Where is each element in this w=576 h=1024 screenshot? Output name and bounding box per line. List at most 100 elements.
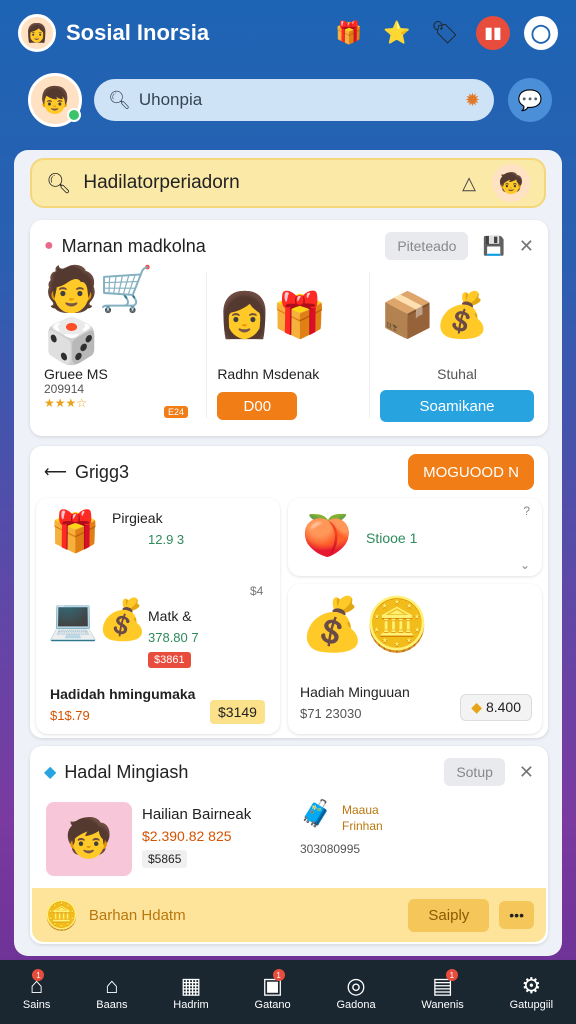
- kid-avatar-icon[interactable]: 🧒: [492, 164, 530, 202]
- item-label: Stiooe 1: [366, 530, 418, 546]
- nav-label: Wanenis: [421, 999, 464, 1011]
- hero-search[interactable]: 🔍︎ Hadilatorperiadorn △ 🧒: [30, 158, 546, 208]
- action-button[interactable]: Soamikane: [380, 390, 534, 422]
- coin-icon: 🪙: [44, 899, 79, 931]
- item-title: Pirgieak: [112, 510, 163, 526]
- item-title: Maaua Frinhan: [342, 803, 383, 833]
- price-button[interactable]: $3149: [210, 700, 265, 724]
- right-top-subcard: 🍑 Stiooe 1 ? ⌄: [288, 498, 542, 576]
- treasure-icon: 🧳: [300, 798, 333, 828]
- item-title: Matk &: [148, 608, 192, 624]
- rec-item-name: Stuhal: [437, 366, 477, 382]
- user-avatar[interactable]: 👦: [28, 73, 82, 127]
- nav-label: Gadona: [336, 999, 376, 1011]
- more-options-icon[interactable]: •••: [499, 901, 534, 929]
- dot-icon: ●: [44, 237, 54, 254]
- nav-label: Hadrim: [173, 999, 209, 1011]
- nav-item-baans[interactable]: ⌂ Baans: [96, 973, 127, 1011]
- apply-button[interactable]: Saiply: [408, 898, 490, 932]
- nav-item-gatupgiil[interactable]: ⚙ Gatupgiil: [510, 973, 553, 1011]
- rec-item[interactable]: 👩🎁 Radhn Msdenak D00: [206, 272, 369, 420]
- nav-label: Sains: [22, 999, 51, 1011]
- buy-button[interactable]: D00: [217, 392, 298, 420]
- rec-item-name: Radhn Msdenak: [217, 366, 320, 382]
- nav-item-wanenis[interactable]: ▤ 1 Wanenis: [421, 969, 464, 1011]
- left-subcard: 🎁 Pirgieak 12.9 3 $4 💻💰 Matk & 378.80 7 …: [36, 498, 280, 734]
- groups-card: ⟵ Grigg3 MOGUOOD N 🎁 Pirgieak 12.9 3 $4 …: [30, 446, 548, 738]
- chevron-down-icon[interactable]: ⌄: [520, 558, 530, 572]
- rec-item-tag: E24: [164, 406, 189, 418]
- search-input[interactable]: [138, 90, 465, 110]
- gift-person-icon: 👩🎁: [217, 291, 327, 340]
- price-value: 8.400: [485, 699, 521, 715]
- gold-coins-icon: 💰🪙: [300, 596, 430, 654]
- rec-item-name: Gruee MS: [44, 366, 108, 382]
- card-title: Grigg3: [74, 461, 129, 482]
- chat-button[interactable]: 💬: [508, 78, 552, 122]
- item-tag: $5865: [142, 850, 188, 868]
- star-icon[interactable]: ⭐: [380, 16, 414, 50]
- logo-avatar-icon: 👩: [18, 14, 56, 52]
- nav-item-sains[interactable]: ⌂ 1 Sains: [22, 969, 51, 1011]
- fruit-icon: 🍑: [302, 514, 352, 558]
- footer-bar: 🪙 Barhan Hdatm Saiply •••: [32, 888, 546, 942]
- treasure-box-icon: 📦💰: [380, 291, 490, 340]
- item-value: 12.9 3: [148, 532, 185, 547]
- online-status-icon: [67, 108, 81, 122]
- item-title: Hadiah Minguuan: [300, 684, 410, 700]
- gift-bag-icon: 🎁: [50, 510, 100, 554]
- nav-item-gatano[interactable]: ▣ 1 Gatano: [254, 969, 291, 1011]
- search-bar[interactable]: 🔍︎ ✹: [94, 79, 494, 121]
- warning-icon[interactable]: △: [462, 173, 476, 194]
- back-arrow-icon[interactable]: ⟵: [44, 462, 67, 482]
- recommend-card: ● Marnan madkolna Piteteado 💾 ✕ 🧑‍🛒🎲 Gru…: [30, 220, 548, 436]
- item-title: Hadidah hmingumaka: [50, 686, 196, 702]
- hero-search-icon: 🔍︎: [46, 172, 72, 195]
- grid-icon: ▦: [180, 973, 202, 998]
- compass-icon: ◎: [346, 973, 366, 998]
- shopping-kid-icon: 🧑‍🛒🎲: [44, 265, 154, 366]
- gear-icon: ⚙: [521, 973, 542, 998]
- price-button[interactable]: ◆ 8.400: [460, 694, 532, 721]
- settings-gear-icon[interactable]: ✹: [465, 90, 480, 111]
- nav-badge: 1: [272, 969, 285, 981]
- rec-item[interactable]: 🧑‍🛒🎲 Gruee MS 209914 ★★★☆ E24: [44, 265, 206, 418]
- item-note: $4: [250, 584, 264, 598]
- house-icon: ⌂: [105, 973, 119, 998]
- save-icon[interactable]: 💾: [482, 236, 504, 257]
- setup-button[interactable]: Sotup: [444, 758, 505, 786]
- tag-icon[interactable]: 🏷: [428, 16, 462, 50]
- nav-label: Baans: [96, 999, 128, 1011]
- more-button[interactable]: MOGUOOD N: [408, 454, 534, 490]
- rec-item-sub: 209914: [44, 382, 85, 396]
- nav-item-gadona[interactable]: ◎ Gadona: [336, 973, 375, 1011]
- top-icons: 🎁 ⭐ 🏷 ▮▮ ◯: [332, 16, 558, 50]
- book-icon[interactable]: ▮▮: [476, 16, 510, 50]
- card-title: Marnan madkolna: [61, 235, 206, 256]
- kid-blocks-icon: 🧒: [46, 802, 132, 876]
- top-bar: 👩 Sosial Inorsia 🎁 ⭐ 🏷 ▮▮ ◯: [0, 0, 576, 66]
- coins-laptop-icon: 💻💰: [48, 598, 148, 642]
- search-icon: 🔍︎: [108, 89, 131, 110]
- item-value: 378.80 7: [148, 630, 199, 645]
- nav-label: Gatupgiil: [509, 999, 554, 1011]
- help-icon[interactable]: ?: [523, 504, 530, 518]
- diamond-bullet-icon: ◆: [44, 764, 57, 781]
- power-icon[interactable]: ◯: [524, 16, 558, 50]
- diamond-icon: ◆: [471, 699, 486, 715]
- close-icon[interactable]: ✕: [519, 236, 534, 257]
- right-bottom-subcard: 💰🪙 Hadiah Minguuan $71 23030 ◆ 8.400: [288, 584, 542, 734]
- card-pill-button[interactable]: Piteteado: [385, 232, 469, 260]
- main-panel: 🔍︎ Hadilatorperiadorn △ 🧒 ● Marnan madko…: [14, 150, 562, 956]
- hero-search-text: Hadilatorperiadorn: [83, 172, 240, 193]
- nav-label: Gatano: [254, 999, 291, 1011]
- nav-item-hadrim[interactable]: ▦ Hadrim: [173, 973, 208, 1011]
- item-title: Hailian Bairneak: [142, 806, 252, 823]
- rec-item[interactable]: 📦💰 Stuhal Soamikane: [369, 272, 534, 422]
- item-value: $2.390.82 825: [142, 828, 232, 844]
- item-value: 303080995: [300, 842, 361, 856]
- gift-box-icon[interactable]: 🎁: [332, 16, 366, 50]
- footer-text: Barhan Hdatm: [88, 906, 186, 924]
- close-icon[interactable]: ✕: [519, 762, 534, 783]
- item-tag: $3861: [148, 652, 191, 668]
